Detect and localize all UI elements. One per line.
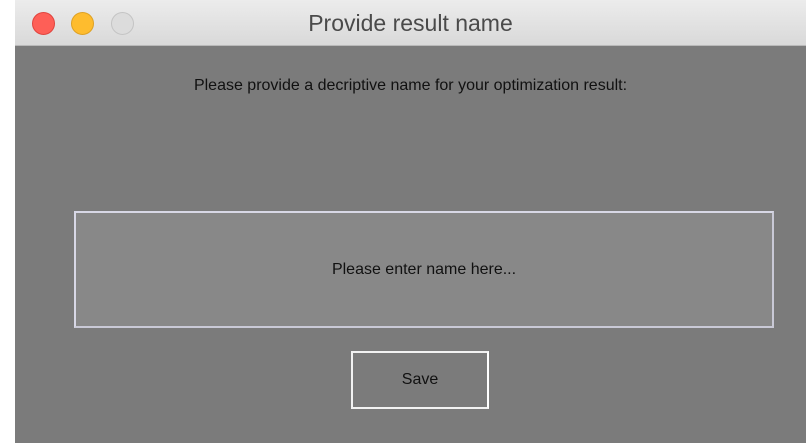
title-bar: Provide result name xyxy=(15,0,806,46)
window-title: Provide result name xyxy=(308,10,513,36)
name-prompt-label: Please provide a decriptive name for you… xyxy=(193,77,628,94)
save-button[interactable]: Save xyxy=(351,351,489,409)
result-name-input[interactable] xyxy=(74,211,774,328)
dialog-window: Provide result name Please provide a dec… xyxy=(15,0,806,443)
